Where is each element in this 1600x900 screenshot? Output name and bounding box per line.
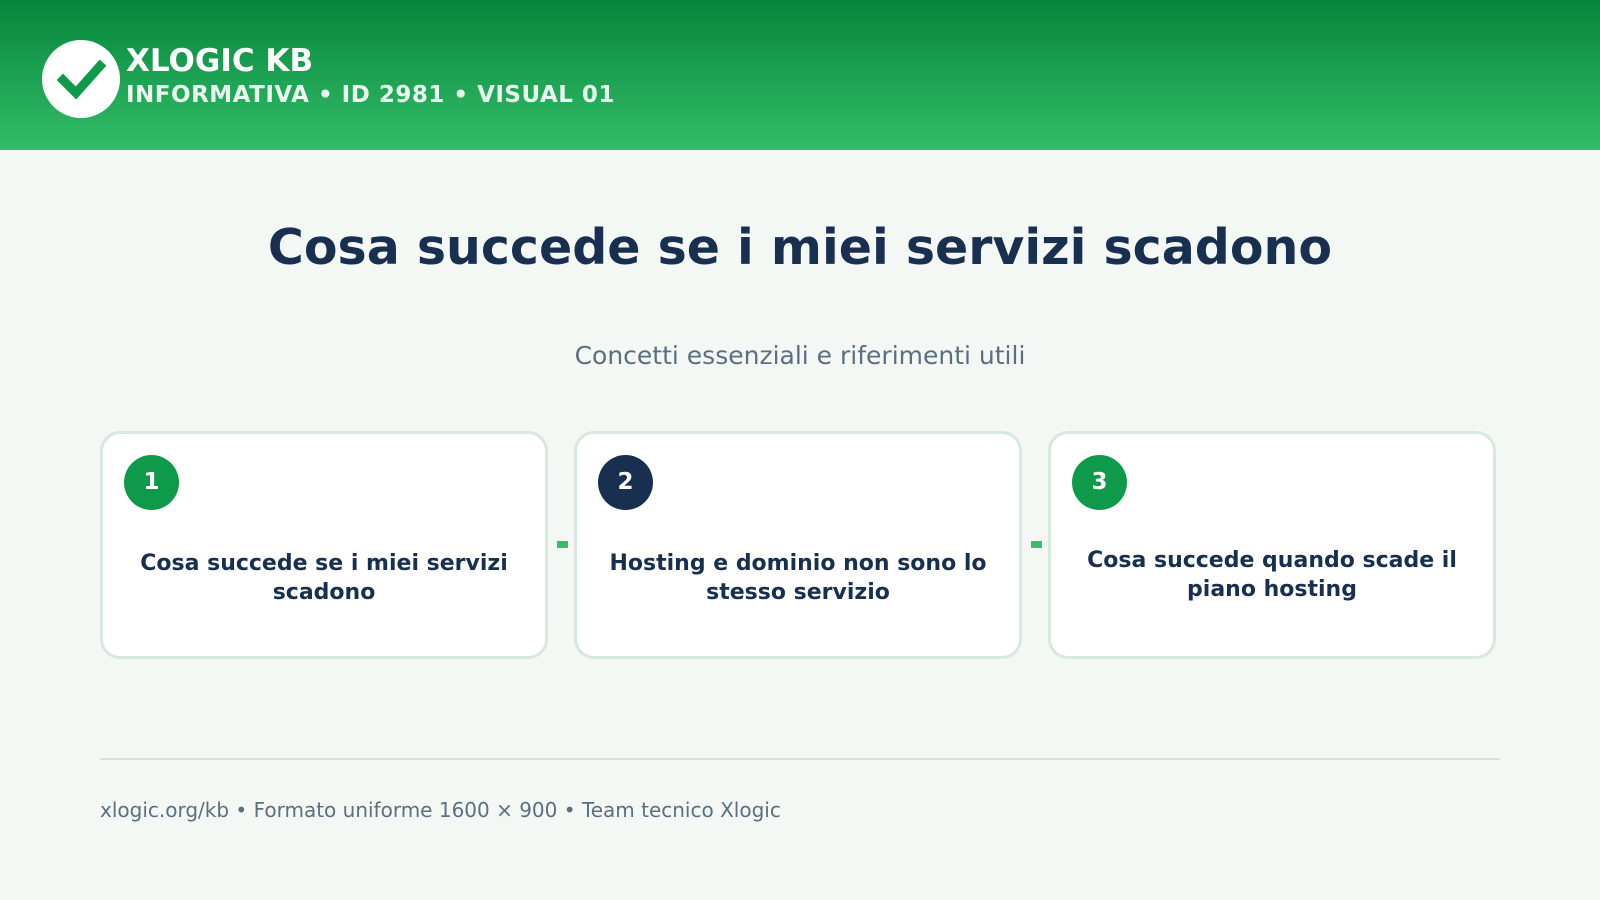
step-card-3: 3 Cosa succede quando scade il piano hos… bbox=[1048, 431, 1496, 659]
step-number-badge: 2 bbox=[598, 455, 653, 510]
header-banner: XLOGIC KB INFORMATIVA • ID 2981 • VISUAL… bbox=[0, 0, 1600, 150]
step-card-title: Cosa succede se i miei servizi scadono bbox=[140, 551, 508, 605]
step-card-title: Hosting e dominio non sono lo stesso ser… bbox=[609, 551, 987, 605]
step-connector bbox=[557, 541, 568, 548]
step-card-2: 2 Hosting e dominio non sono lo stesso s… bbox=[574, 431, 1022, 659]
step-connector bbox=[1031, 541, 1042, 548]
check-icon bbox=[56, 59, 107, 100]
footer-divider bbox=[100, 758, 1500, 760]
brand-subtitle: INFORMATIVA • ID 2981 • VISUAL 01 bbox=[126, 82, 615, 108]
footer-text: xlogic.org/kb • Formato uniforme 1600 × … bbox=[100, 798, 781, 822]
step-number-badge: 1 bbox=[124, 455, 179, 510]
step-card-1: 1 Cosa succede se i miei servizi scadono bbox=[100, 431, 548, 659]
brand-title: XLOGIC KB bbox=[126, 43, 314, 79]
step-number-badge: 3 bbox=[1072, 455, 1127, 510]
logo bbox=[42, 40, 120, 118]
page-subtitle: Concetti essenziali e riferimenti utili bbox=[574, 341, 1026, 370]
page-title: Cosa succede se i miei servizi scadono bbox=[267, 219, 1333, 276]
step-card-title: Cosa succede quando scade il piano hosti… bbox=[1087, 548, 1457, 602]
